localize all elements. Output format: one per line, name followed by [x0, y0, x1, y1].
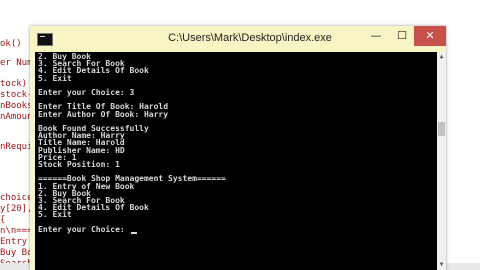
console-window[interactable]: C:\Users\Mark\Desktop\index.exe — ☐ ✕ 2.…: [30, 26, 446, 270]
window-title: C:\Users\Mark\Desktop\index.exe: [168, 32, 332, 44]
console-vertical-scrollbar[interactable]: ▲ ▼: [437, 52, 446, 270]
console-line: Enter Author Of Book: Harry: [38, 109, 169, 119]
console-line: 5. Exit: [38, 210, 72, 220]
window-titlebar[interactable]: C:\Users\Mark\Desktop\index.exe — ☐ ✕: [30, 26, 446, 52]
console-line: 5. Exit: [38, 73, 72, 83]
maximize-button[interactable]: ☐: [388, 26, 416, 46]
text-cursor: [130, 231, 137, 234]
minimize-button[interactable]: —: [362, 26, 390, 46]
scroll-down-arrow-icon[interactable]: ▼: [437, 260, 446, 270]
console-app-icon: [37, 33, 53, 46]
code-line: ok(): [0, 39, 22, 49]
console-line: Enter your Choice: 3: [38, 88, 135, 97]
console-output[interactable]: 2. Buy Book 3. Search For Book 4. Edit Det…: [35, 52, 437, 270]
scroll-up-arrow-icon[interactable]: ▲: [437, 52, 446, 62]
scroll-thumb[interactable]: [438, 122, 445, 136]
console-line: Enter your Choice:: [38, 225, 137, 234]
close-button[interactable]: ✕: [414, 26, 446, 46]
console-line: Stock Position: 1: [38, 160, 120, 169]
